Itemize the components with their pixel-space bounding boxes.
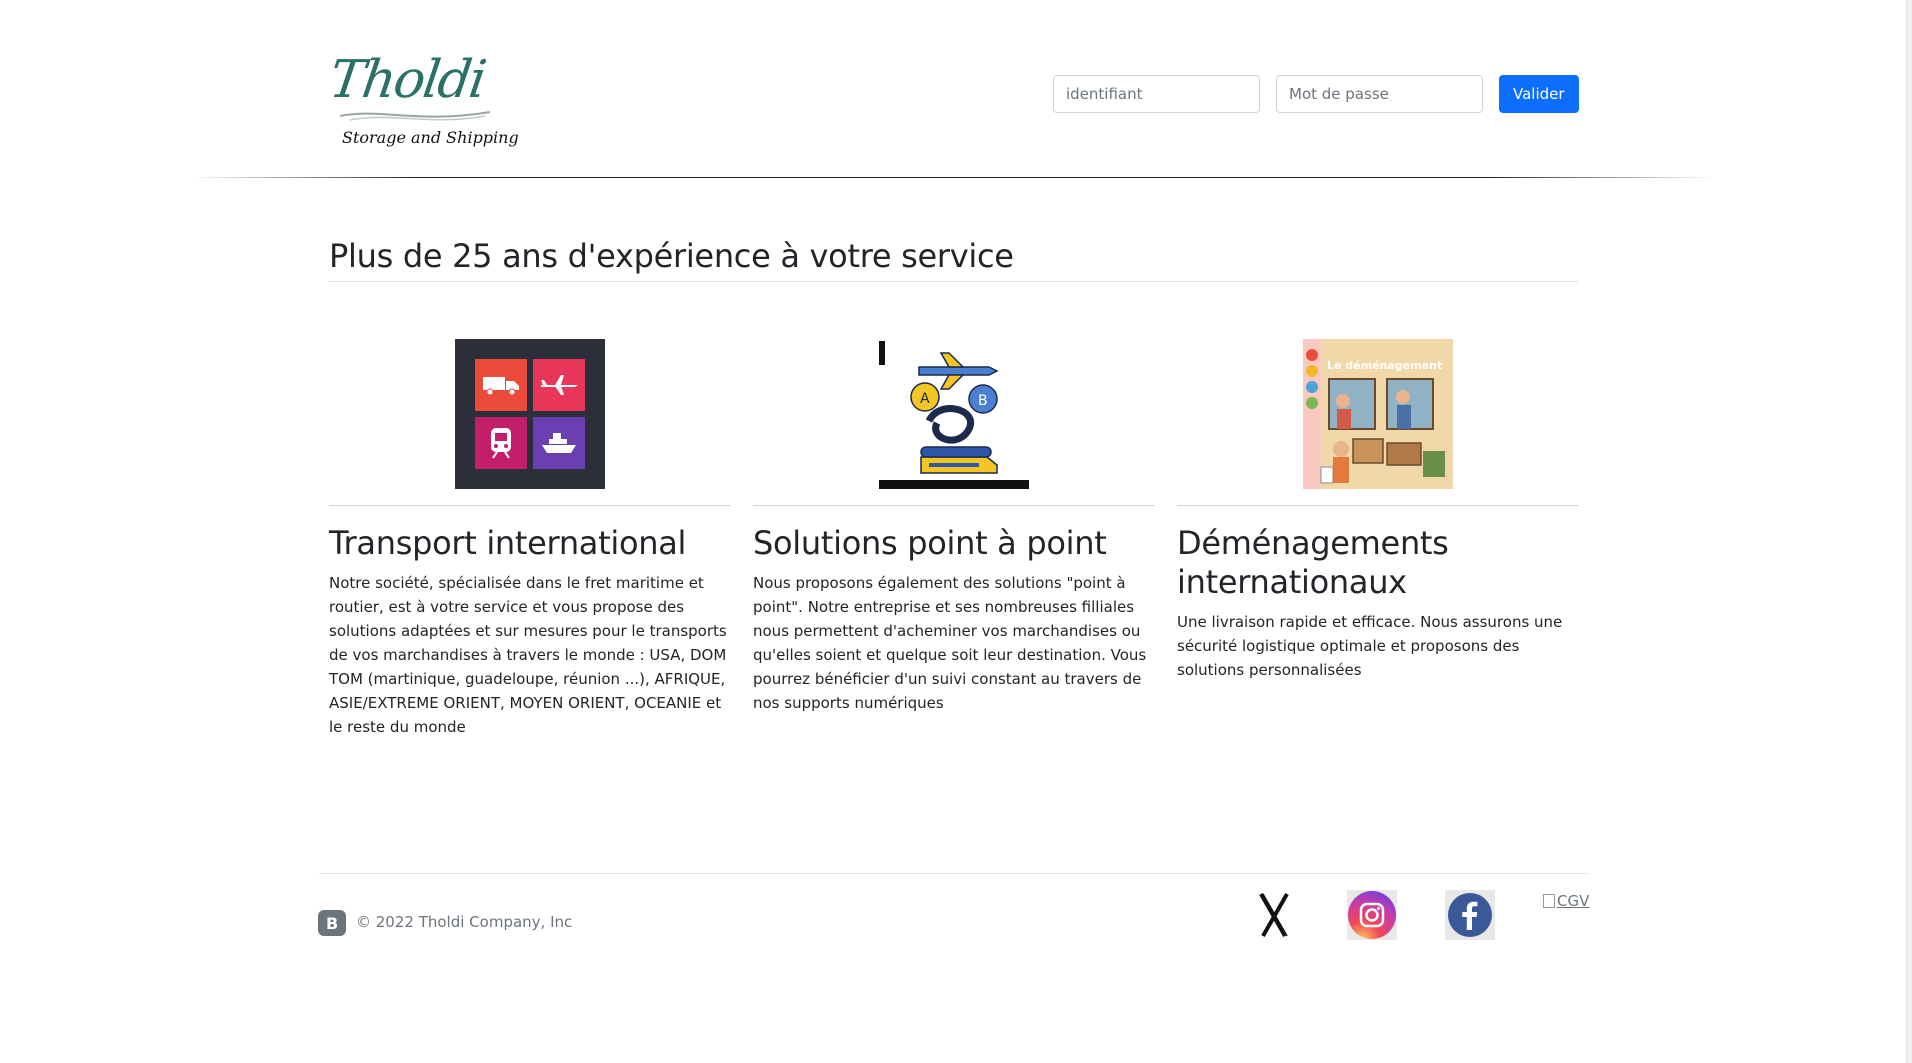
- truck-icon: [475, 359, 527, 411]
- cgv-alt-text: CGV: [1557, 892, 1590, 910]
- cgv-link[interactable]: CGV: [1543, 892, 1589, 910]
- facebook-icon[interactable]: [1445, 890, 1495, 940]
- card-divider: [329, 505, 731, 506]
- logo-swoosh-icon: [340, 111, 490, 121]
- logo-tagline: Storage and Shipping: [342, 128, 519, 147]
- x-icon[interactable]: [1249, 890, 1299, 940]
- broken-image-icon: [1543, 894, 1555, 908]
- title-divider: [329, 281, 1578, 282]
- password-input[interactable]: [1276, 75, 1483, 113]
- book-cover-title: Le déménagement: [1327, 359, 1442, 372]
- train-icon: [475, 417, 527, 469]
- card-divider: [1177, 505, 1579, 506]
- page-title: Plus de 25 ans d'expérience à votre serv…: [329, 237, 1014, 275]
- instagram-icon[interactable]: [1347, 890, 1397, 940]
- footer-divider: [319, 873, 1589, 874]
- copyright-text: © 2022 Tholdi Company, Inc: [356, 913, 573, 931]
- moving-book-cover: Le déménagement: [1303, 339, 1453, 489]
- username-input[interactable]: [1053, 75, 1260, 113]
- svg-text:A: A: [920, 391, 930, 407]
- point-to-point-illustration: A B: [879, 339, 1029, 489]
- card-demenagements: Le déménagement Déménagements internatio…: [1177, 339, 1579, 682]
- card-text: Une livraison rapide et efficace. Nous a…: [1177, 613, 1563, 679]
- card-divider: [753, 505, 1155, 506]
- tholdi-logo[interactable]: Tholdi Storage and Shipping: [326, 50, 519, 150]
- page-scrollbar[interactable]: [1906, 0, 1912, 1063]
- card-title: Déménagements internationaux: [1177, 524, 1449, 601]
- bootstrap-logo-icon[interactable]: B: [318, 910, 346, 936]
- card-text: Notre société, spécialisée dans le fret …: [329, 574, 727, 736]
- card-title: Transport international: [329, 524, 687, 562]
- logo-wordmark: Tholdi: [325, 50, 489, 110]
- card-point-a-point: A B Solutions point à point Nous proposo…: [753, 339, 1155, 715]
- ship-icon: [533, 417, 585, 469]
- card-transport-international: Transport international Notre société, s…: [329, 339, 731, 739]
- login-form: Valider: [1053, 75, 1579, 113]
- card-title: Solutions point à point: [753, 524, 1107, 562]
- svg-text:B: B: [978, 393, 988, 409]
- svg-text:B: B: [326, 914, 338, 933]
- transport-modes-icon: [455, 339, 605, 489]
- login-submit-button[interactable]: Valider: [1499, 75, 1579, 113]
- airplane-icon: [533, 359, 585, 411]
- header-divider: [190, 177, 1715, 178]
- card-text: Nous proposons également des solutions "…: [753, 574, 1147, 712]
